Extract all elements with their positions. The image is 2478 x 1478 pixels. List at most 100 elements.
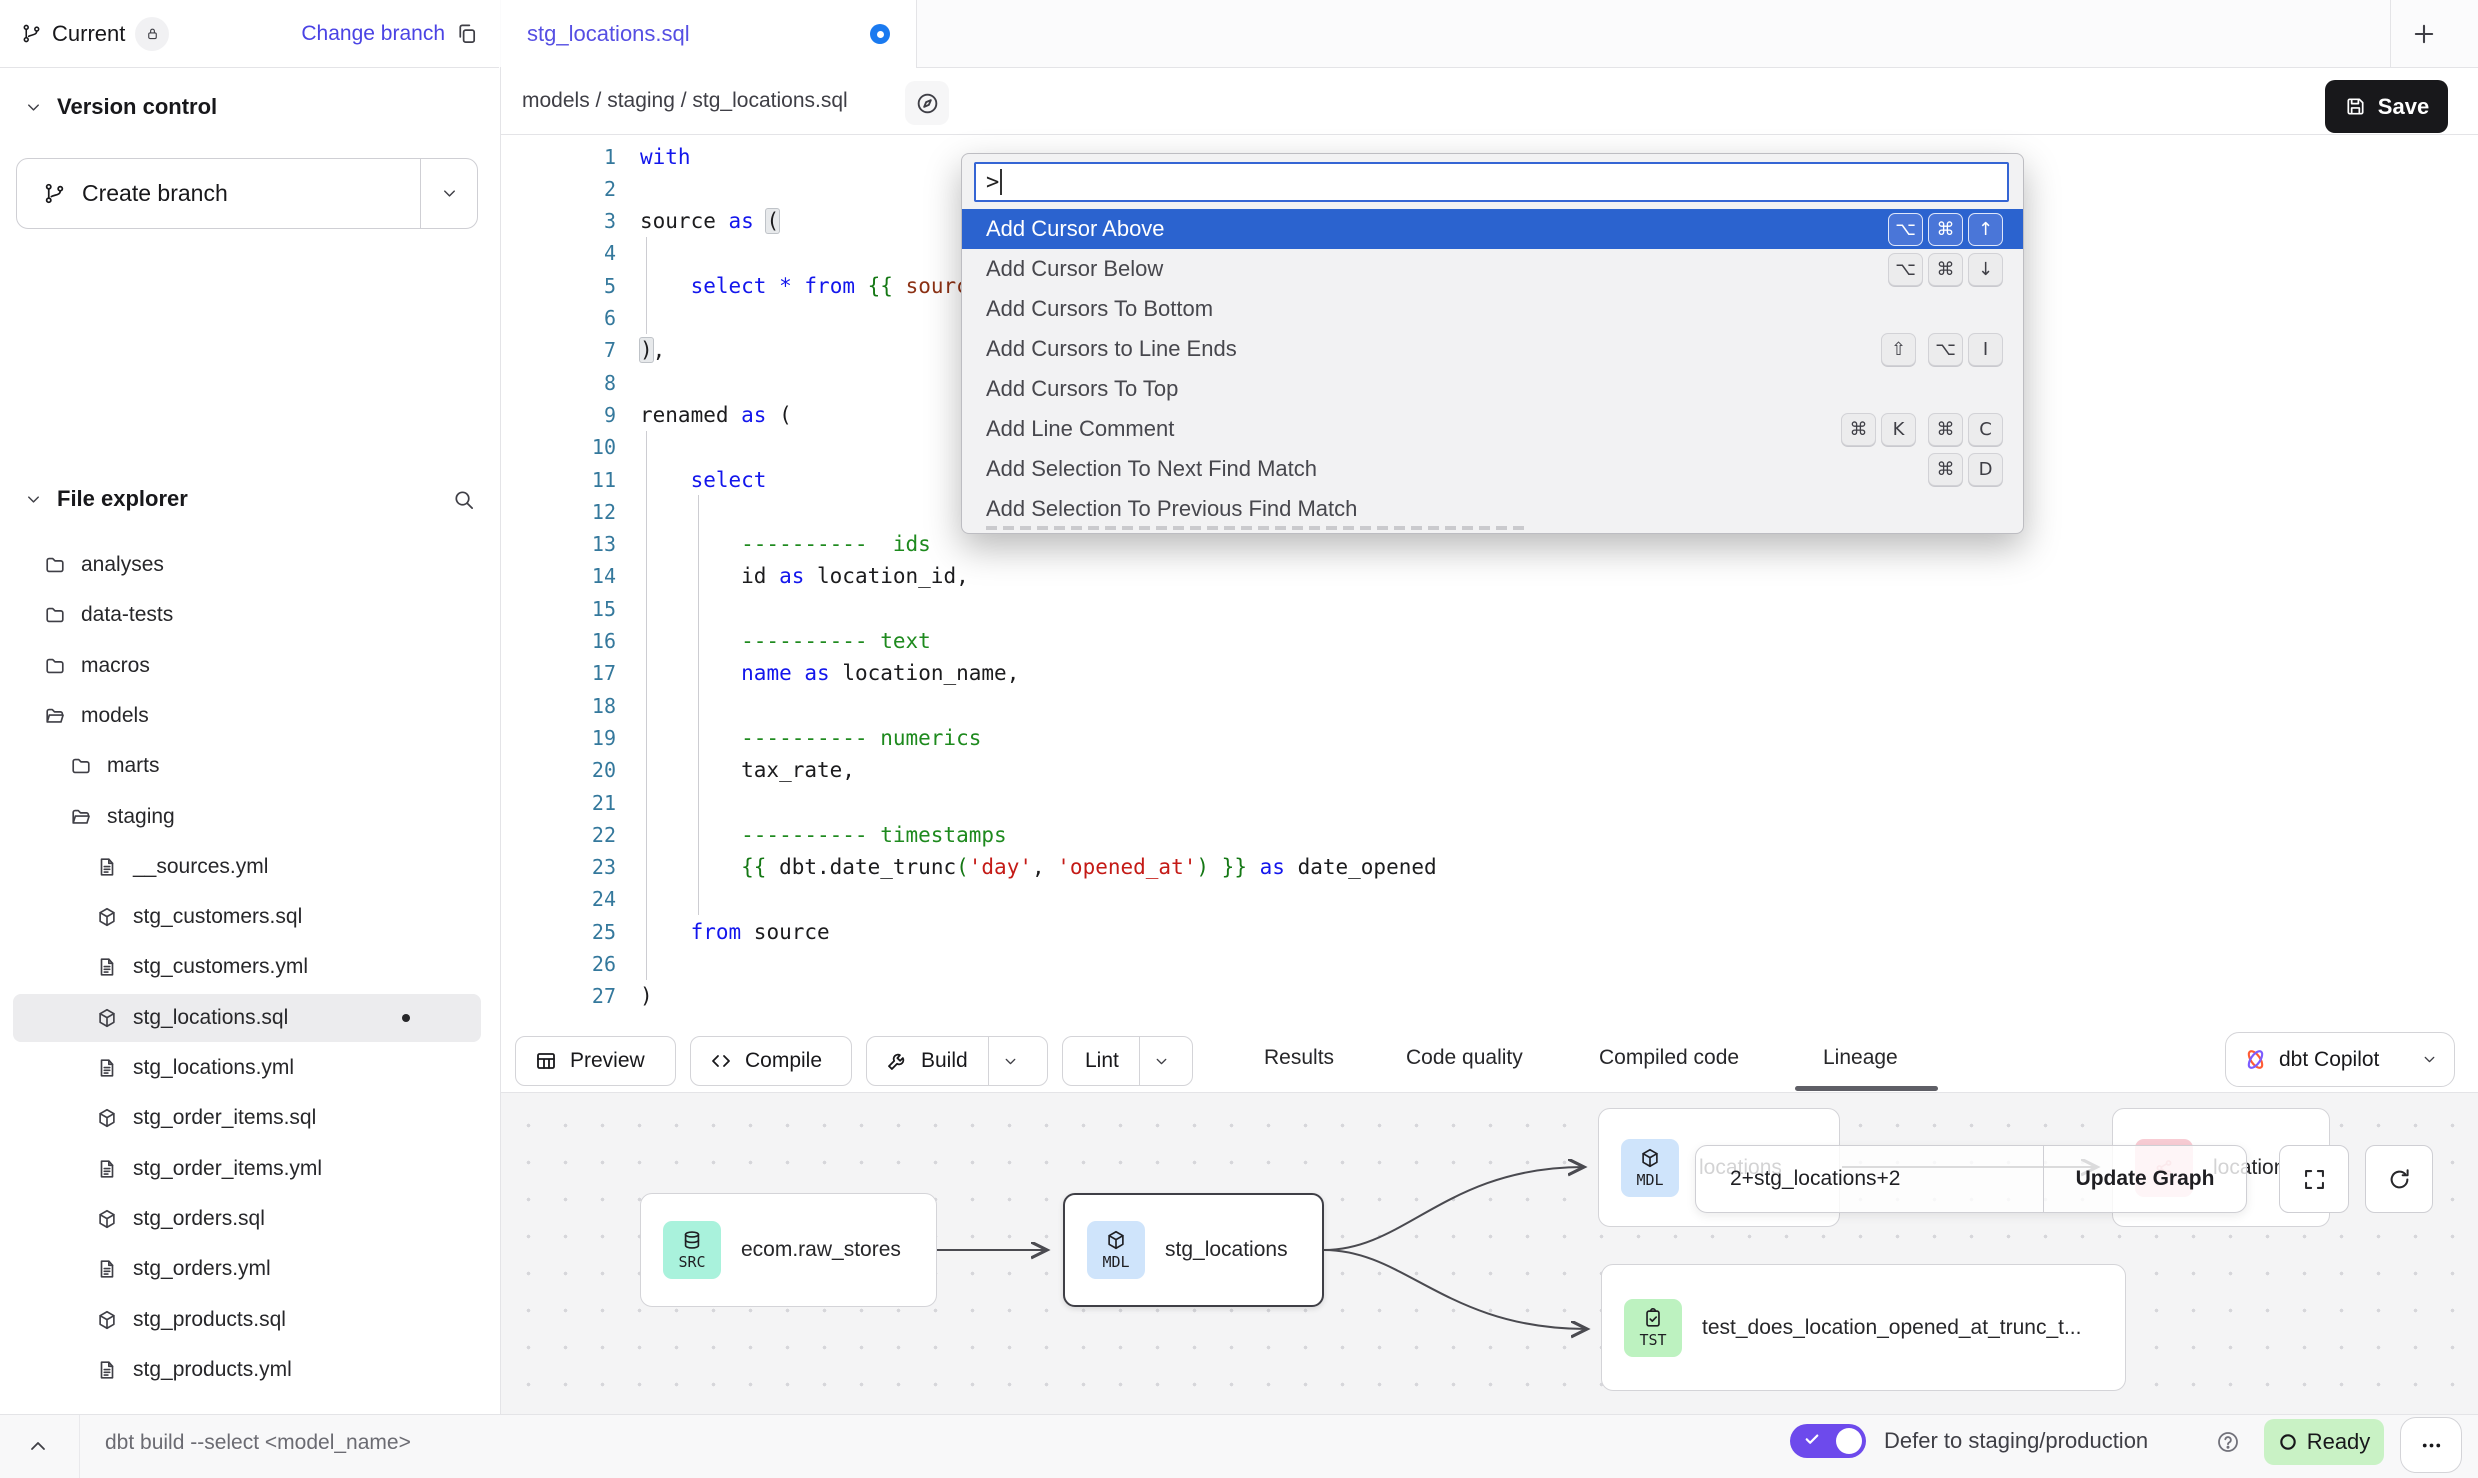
tab-results[interactable]: Results <box>1264 1046 1334 1070</box>
collapse-console-button[interactable] <box>26 1434 50 1458</box>
help-icon[interactable] <box>2216 1430 2240 1454</box>
keyboard-shortcut: ⇧⌥I <box>1881 333 2003 366</box>
lineage-node-source[interactable]: SRC ecom.raw_stores <box>640 1193 937 1307</box>
code-line-10[interactable]: 10 <box>501 431 640 464</box>
preview-label: Preview <box>570 1049 665 1073</box>
preview-button[interactable]: Preview <box>515 1036 676 1086</box>
command-item-add-cursors-to-line-ends[interactable]: Add Cursors to Line Ends⇧⌥I <box>962 329 2023 369</box>
tab-code-quality[interactable]: Code quality <box>1406 1046 1523 1070</box>
command-item-add-cursor-above[interactable]: Add Cursor Above⌥⌘↑ <box>962 209 2023 249</box>
more-options-button[interactable] <box>2400 1417 2462 1473</box>
lint-dropdown[interactable] <box>1139 1037 1184 1085</box>
code-line-26[interactable]: 26 <box>501 948 640 981</box>
code-line-24[interactable]: 24 <box>501 883 640 916</box>
file-icon <box>96 1359 118 1381</box>
lineage-node-test[interactable]: TST test_does_location_opened_at_trunc_t… <box>1601 1264 2126 1391</box>
new-tab-button[interactable] <box>2410 20 2438 48</box>
keycap: K <box>1881 413 1916 446</box>
command-item-add-cursors-to-bottom[interactable]: Add Cursors To Bottom <box>962 289 2023 329</box>
code-line-9[interactable]: 9renamed as ( <box>501 398 792 431</box>
folder-item-data-tests[interactable]: data-tests <box>0 590 499 640</box>
file-item-stg_customers.yml[interactable]: stg_customers.yml <box>0 942 499 992</box>
table-icon <box>534 1049 558 1073</box>
node-label: stg_locations <box>1165 1238 1288 1262</box>
tab-title: stg_locations.sql <box>527 21 690 47</box>
code-line-17[interactable]: 17 name as location_name, <box>501 657 1019 690</box>
code-line-2[interactable]: 2 <box>501 172 640 205</box>
folder-item-marts[interactable]: marts <box>0 741 499 791</box>
defer-toggle[interactable] <box>1790 1424 1866 1458</box>
chevron-down-icon <box>1153 1053 1170 1070</box>
command-item-add-cursor-below[interactable]: Add Cursor Below⌥⌘↓ <box>962 249 2023 289</box>
code-line-21[interactable]: 21 <box>501 786 640 819</box>
code-line-18[interactable]: 18 <box>501 689 640 722</box>
compile-button[interactable]: Compile <box>690 1036 852 1086</box>
file-name: data-tests <box>81 603 173 627</box>
code-line-3[interactable]: 3source as ( <box>501 205 779 238</box>
code-line-4[interactable]: 4 <box>501 237 640 270</box>
tab-stg-locations[interactable]: stg_locations.sql <box>501 0 917 68</box>
code-line-1[interactable]: 1with <box>501 140 691 173</box>
lint-button[interactable]: Lint <box>1062 1036 1193 1086</box>
build-label: Build <box>921 1049 988 1073</box>
file-item-stg_products.sql[interactable]: stg_products.sql <box>0 1295 499 1345</box>
code-line-6[interactable]: 6 <box>501 302 640 335</box>
file-name: marts <box>107 754 160 778</box>
dbt-copilot-button[interactable]: dbt Copilot <box>2225 1032 2455 1087</box>
file-item-__sources.yml[interactable]: __sources.yml <box>0 842 499 892</box>
model-icon <box>96 1309 118 1331</box>
model-icon <box>96 906 118 928</box>
code-line-8[interactable]: 8 <box>501 366 640 399</box>
tab-lineage[interactable]: Lineage <box>1823 1046 1898 1070</box>
code-line-11[interactable]: 11 select <box>501 463 766 496</box>
folder-item-staging[interactable]: staging <box>0 792 499 842</box>
folder-item-macros[interactable]: macros <box>0 641 499 691</box>
build-dropdown[interactable] <box>988 1037 1033 1085</box>
status-ready-badge: Ready <box>2264 1419 2384 1465</box>
divider <box>2390 0 2391 67</box>
file-item-stg_order_items.sql[interactable]: stg_order_items.sql <box>0 1093 499 1143</box>
command-item-add-line-comment[interactable]: Add Line Comment⌘K⌘C <box>962 409 2023 449</box>
save-button[interactable]: Save <box>2325 80 2448 133</box>
code-line-20[interactable]: 20 tax_rate, <box>501 754 855 787</box>
command-palette-input[interactable]: > <box>974 162 2009 202</box>
code-line-12[interactable]: 12 <box>501 495 640 528</box>
code-line-15[interactable]: 15 <box>501 592 640 625</box>
explore-lineage-button[interactable] <box>905 81 949 125</box>
code-line-22[interactable]: 22 ---------- timestamps <box>501 818 1007 851</box>
command-item-add-cursors-to-top[interactable]: Add Cursors To Top <box>962 369 2023 409</box>
update-graph-button[interactable]: Update Graph <box>2043 1146 2246 1212</box>
command-item-add-selection-to-previous-find-match[interactable]: Add Selection To Previous Find Match <box>962 489 2023 529</box>
code-line-23[interactable]: 23 {{ dbt.date_trunc('day', 'opened_at')… <box>501 851 1437 884</box>
code-line-16[interactable]: 16 ---------- text <box>501 625 931 658</box>
file-item-stg_order_items.yml[interactable]: stg_order_items.yml <box>0 1144 499 1194</box>
file-item-stg_orders.sql[interactable]: stg_orders.sql <box>0 1194 499 1244</box>
line-number: 1 <box>501 145 616 169</box>
line-number: 13 <box>501 532 616 556</box>
file-item-stg_products.yml[interactable]: stg_products.yml <box>0 1345 499 1395</box>
clipped-command-row <box>986 526 1526 530</box>
code-line-25[interactable]: 25 from source <box>501 915 830 948</box>
dbt-command-input[interactable]: dbt build --select <model_name> <box>105 1431 411 1455</box>
code-line-14[interactable]: 14 id as location_id, <box>501 560 969 593</box>
code-line-7[interactable]: 7), <box>501 334 665 367</box>
model-badge: MDL <box>1087 1221 1145 1279</box>
lineage-node-stg-locations[interactable]: MDL stg_locations <box>1063 1193 1324 1307</box>
code-line-19[interactable]: 19 ---------- numerics <box>501 721 981 754</box>
fullscreen-button[interactable] <box>2279 1145 2349 1213</box>
file-item-stg_locations.yml[interactable]: stg_locations.yml <box>0 1043 499 1093</box>
file-item-stg_orders.yml[interactable]: stg_orders.yml <box>0 1244 499 1294</box>
file-item-stg_customers.sql[interactable]: stg_customers.sql <box>0 892 499 942</box>
code-line-13[interactable]: 13 ---------- ids <box>501 528 931 561</box>
build-button[interactable]: Build <box>866 1036 1048 1086</box>
code-line-27[interactable]: 27) <box>501 980 653 1013</box>
tab-compiled-code[interactable]: Compiled code <box>1599 1046 1739 1070</box>
lineage-selector-input[interactable]: 2+stg_locations+2 <box>1696 1146 2043 1212</box>
compass-icon <box>915 91 940 116</box>
folder-item-models[interactable]: models <box>0 691 499 741</box>
active-tab-underline <box>1795 1086 1938 1091</box>
command-item-add-selection-to-next-find-match[interactable]: Add Selection To Next Find Match⌘D <box>962 449 2023 489</box>
refresh-button[interactable] <box>2365 1145 2433 1213</box>
file-item-stg_locations.sql[interactable]: stg_locations.sql <box>0 993 499 1043</box>
folder-item-analyses[interactable]: analyses <box>0 540 499 590</box>
